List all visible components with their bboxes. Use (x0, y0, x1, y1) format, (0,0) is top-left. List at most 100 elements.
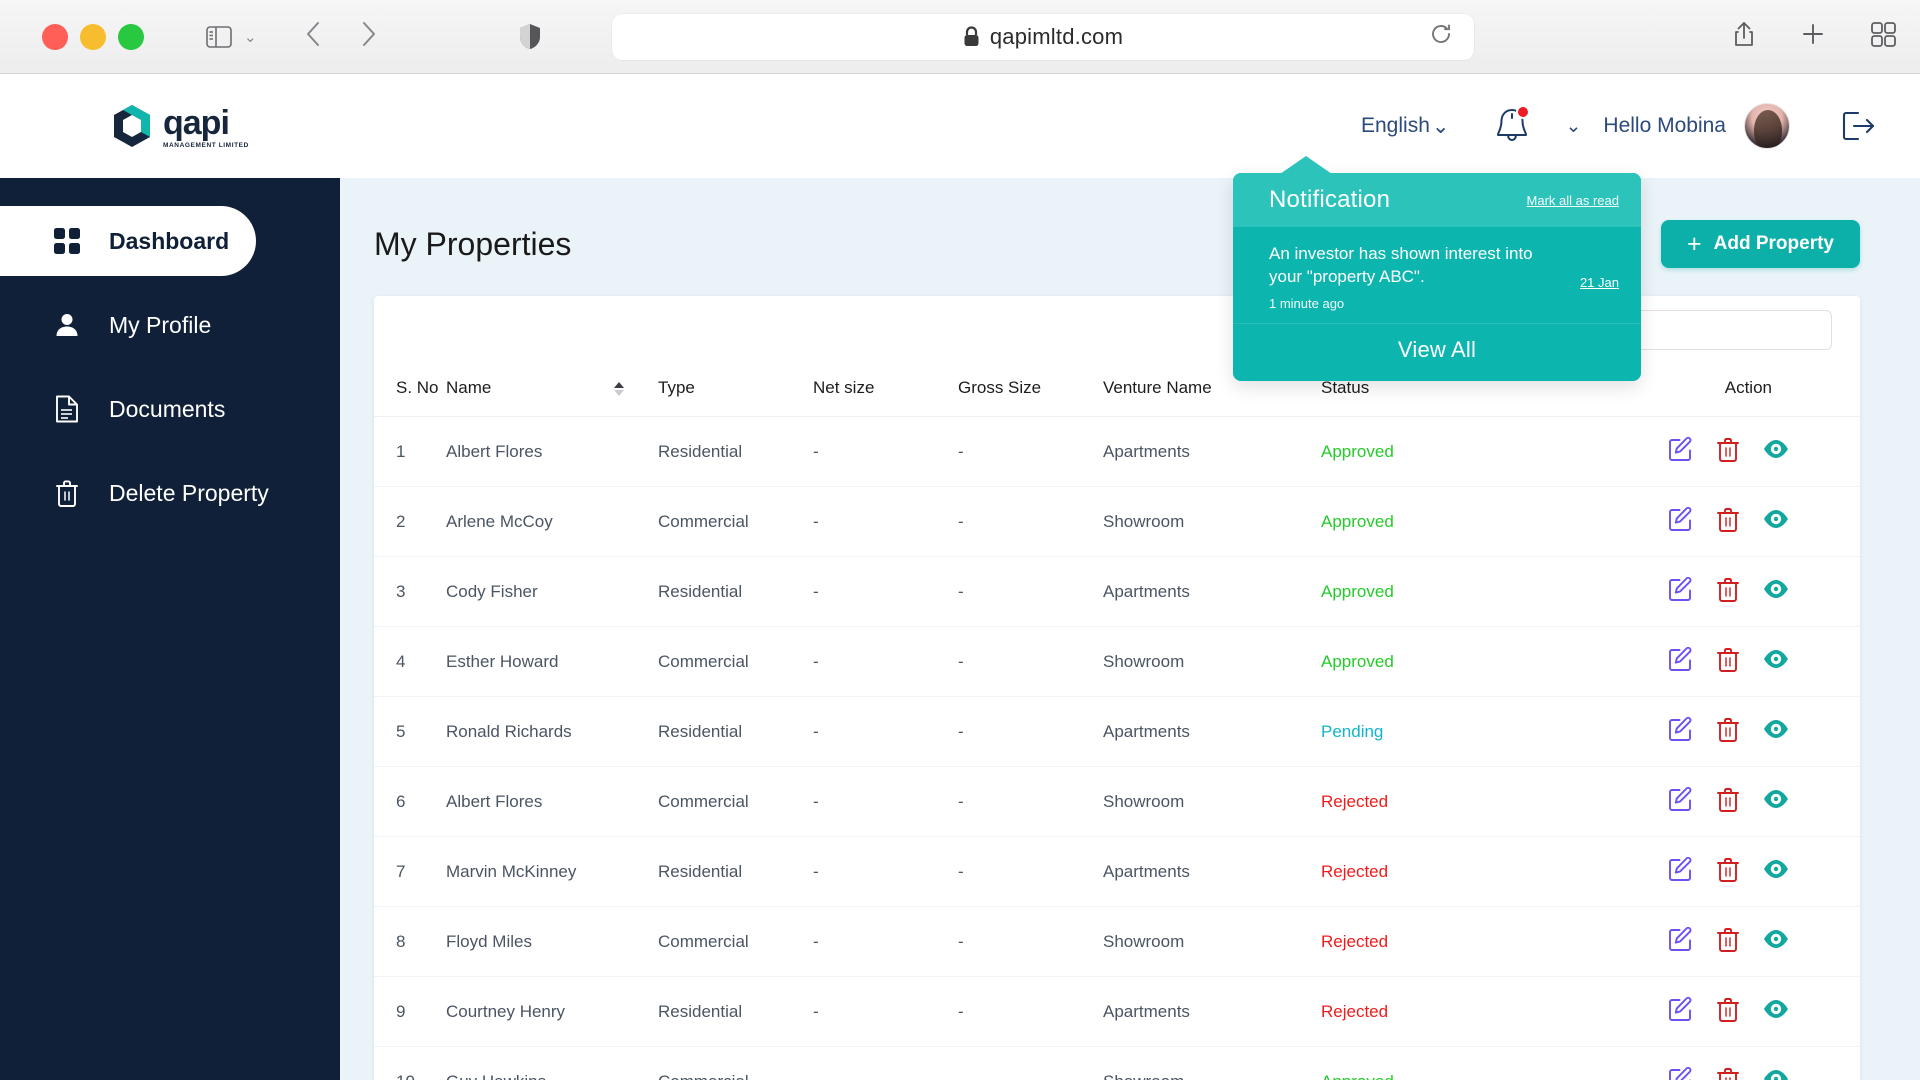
delete-icon[interactable] (1716, 1066, 1740, 1080)
sidebar-item-delete-property[interactable]: Delete Property (0, 458, 314, 528)
view-icon[interactable] (1762, 1069, 1790, 1080)
user-menu-chevron-down-icon[interactable]: ⌄ (1566, 115, 1582, 138)
column-header-sno[interactable]: S. No (374, 364, 446, 417)
back-arrow-icon[interactable] (305, 21, 321, 52)
view-icon[interactable] (1762, 929, 1790, 954)
view-icon[interactable] (1762, 649, 1790, 674)
brand-logo[interactable]: qapi MANAGEMENT LIMITED (110, 103, 249, 149)
browser-right-actions (1733, 21, 1896, 52)
view-all-button[interactable]: View All (1233, 324, 1641, 381)
cell-action (1651, 906, 1860, 977)
tab-overview-icon[interactable] (1871, 21, 1896, 52)
close-window-button[interactable] (42, 23, 68, 50)
sidebar-item-my-profile[interactable]: My Profile (0, 290, 314, 360)
sidebar-item-dashboard[interactable]: Dashboard (0, 206, 256, 276)
table-row[interactable]: 7 Marvin McKinney Residential - - Apartments R… (374, 836, 1860, 907)
column-header-name[interactable]: Name (446, 364, 658, 417)
column-header-gross-size[interactable]: Gross Size (958, 364, 1103, 417)
view-icon[interactable] (1762, 719, 1790, 744)
table-row[interactable]: 3 Cody Fisher Residential - - Apartments Appro… (374, 556, 1860, 627)
edit-icon[interactable] (1668, 716, 1694, 747)
table-row[interactable]: 10Guy HawkinsCommercial--ShowroomApprove… (374, 1046, 1860, 1080)
avatar[interactable] (1744, 103, 1790, 149)
delete-icon[interactable] (1716, 436, 1740, 467)
cell-sno: 1 (374, 416, 446, 487)
privacy-shield-icon[interactable] (519, 23, 541, 50)
sidebar-item-documents[interactable]: Documents (0, 374, 314, 444)
edit-icon[interactable] (1668, 856, 1694, 887)
column-header-action: Action (1651, 364, 1860, 417)
status-badge: Rejected (1321, 766, 1651, 837)
cell-sno: 2 (374, 486, 446, 557)
notification-bell-button[interactable] (1494, 105, 1530, 146)
view-icon[interactable] (1762, 999, 1790, 1024)
share-icon[interactable] (1733, 21, 1755, 52)
edit-icon[interactable] (1668, 576, 1694, 607)
plus-icon[interactable] (1801, 22, 1825, 51)
cell-net-size: - (813, 626, 958, 697)
table-row[interactable]: 8 Floyd Miles Commercial - - Showroom Rejected (374, 906, 1860, 977)
cell-type: Commercial (658, 906, 813, 977)
table-row[interactable]: 1 Albert Flores Residential - - Apartments App… (374, 416, 1860, 487)
sidebar-toggle-icon[interactable] (206, 25, 232, 48)
edit-icon[interactable] (1668, 646, 1694, 677)
cell-venture-name: Apartments (1103, 556, 1321, 627)
cell-gross-size: - (958, 486, 1103, 557)
table-row[interactable]: 5 Ronald Richards Residential - - Apartments P… (374, 696, 1860, 767)
edit-icon[interactable] (1668, 1066, 1694, 1080)
sidebar-options-chevron-down-icon[interactable]: ⌄ (244, 28, 257, 46)
greeting-label[interactable]: Hello Mobina (1603, 114, 1726, 138)
table-row[interactable]: 2 Arlene McCoy Commercial - - Showroom Approve… (374, 486, 1860, 557)
cell-name: Cody Fisher (446, 556, 658, 627)
edit-icon[interactable] (1668, 926, 1694, 957)
delete-icon[interactable] (1716, 506, 1740, 537)
table-row[interactable]: 6 Albert Flores Commercial - - Showroom Reject… (374, 766, 1860, 837)
cell-action (1651, 766, 1860, 837)
delete-icon[interactable] (1716, 646, 1740, 677)
forward-arrow-icon[interactable] (361, 21, 377, 52)
add-property-button[interactable]: + Add Property (1661, 220, 1860, 268)
sidebar-item-label: Documents (109, 395, 226, 422)
logout-button[interactable] (1842, 110, 1876, 142)
view-icon[interactable] (1762, 789, 1790, 814)
cell-action (1651, 976, 1860, 1047)
column-header-type[interactable]: Type (658, 364, 813, 417)
view-icon[interactable] (1762, 509, 1790, 534)
column-header-net-size[interactable]: Net size (813, 364, 958, 417)
page-title: My Properties (374, 225, 572, 262)
delete-icon[interactable] (1716, 786, 1740, 817)
cell-sno: 6 (374, 766, 446, 837)
cell-gross-size: - (958, 696, 1103, 767)
sort-arrows-icon[interactable] (614, 381, 625, 396)
table-row[interactable]: 4 Esther Howard Commercial - - Showroom Approv… (374, 626, 1860, 697)
delete-icon[interactable] (1716, 996, 1740, 1027)
reload-icon[interactable] (1430, 23, 1452, 50)
maximize-window-button[interactable] (118, 23, 144, 50)
language-selector[interactable]: English ⌄ (1361, 114, 1450, 139)
delete-icon[interactable] (1716, 926, 1740, 957)
cell-name: Albert Flores (446, 416, 658, 487)
view-icon[interactable] (1762, 579, 1790, 604)
edit-icon[interactable] (1668, 996, 1694, 1027)
view-icon[interactable] (1762, 439, 1790, 464)
cell-sno: 5 (374, 696, 446, 767)
view-icon[interactable] (1762, 859, 1790, 884)
status-badge: Rejected (1321, 836, 1651, 907)
plus-icon: + (1687, 229, 1702, 258)
delete-icon[interactable] (1716, 576, 1740, 607)
cell-action (1651, 1046, 1860, 1080)
minimize-window-button[interactable] (80, 23, 106, 50)
cell-sno: 9 (374, 976, 446, 1047)
delete-icon[interactable] (1716, 856, 1740, 887)
edit-icon[interactable] (1668, 506, 1694, 537)
cell-action (1651, 556, 1860, 627)
edit-icon[interactable] (1668, 436, 1694, 467)
cell-type: Commercial (658, 766, 813, 837)
notification-item[interactable]: An investor has shown interest into your… (1233, 227, 1641, 324)
cell-name: Courtney Henry (446, 976, 658, 1047)
delete-icon[interactable] (1716, 716, 1740, 747)
mark-all-as-read-link[interactable]: Mark all as read (1527, 193, 1619, 208)
address-bar[interactable]: qapimltd.com (612, 13, 1474, 60)
edit-icon[interactable] (1668, 786, 1694, 817)
table-row[interactable]: 9 Courtney Henry Residential - - Apartments Re… (374, 976, 1860, 1047)
